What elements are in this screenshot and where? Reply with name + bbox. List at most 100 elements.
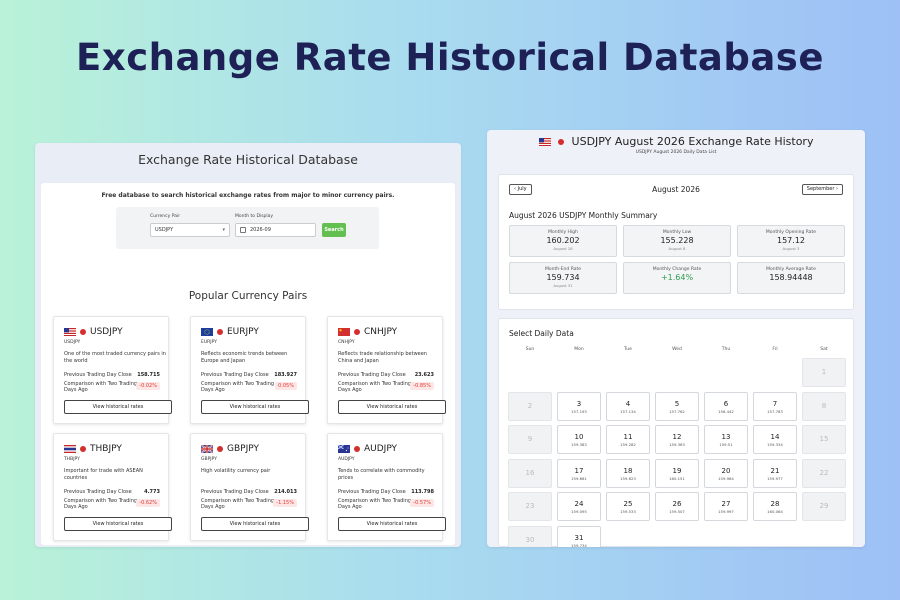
day-rate: 159.997	[718, 509, 734, 514]
calendar-day[interactable]: 20 159.964	[704, 458, 748, 488]
stat-value: 157.12	[777, 236, 805, 245]
day-rate: 159.964	[718, 475, 734, 481]
day-number: 17	[574, 466, 584, 475]
view-historical-rates-button[interactable]: View historical rates	[64, 517, 172, 531]
chevron-down-icon: ▾	[222, 227, 225, 233]
us-flag-icon	[64, 327, 76, 336]
calendar-day[interactable]: 7 157.783	[753, 391, 797, 421]
day-number: 11	[623, 433, 633, 441]
search-button[interactable]: Search	[322, 223, 346, 237]
calendar-day[interactable]: 14 159.334	[753, 425, 797, 454]
view-historical-rates-button[interactable]: View historical rates	[201, 517, 309, 531]
comparison-badge: -0.57%	[410, 499, 434, 507]
stat-label: Monthly Low	[662, 230, 692, 235]
next-month-button[interactable]: September ›	[801, 184, 843, 195]
pair-heading: AUDJPY	[338, 444, 397, 454]
left-screenshot-panel: Exchange Rate Historical Database Free d…	[35, 143, 461, 547]
calendar-day[interactable]: 24 159.095	[557, 492, 601, 521]
calendar-day: 1	[802, 358, 846, 387]
day-number: 8	[821, 401, 827, 410]
calendar-day[interactable]: 19 160.151	[655, 458, 699, 488]
prev-close-value: 183.927	[274, 372, 297, 378]
currency-pair-card: THBJPY THBJPY Important for trade with ASE…	[53, 433, 172, 541]
calendar-day[interactable]: 4 157.134	[606, 391, 650, 421]
comparison-badge: -0.85%	[410, 382, 434, 390]
pair-heading: USDJPY	[64, 327, 123, 337]
prev-close-value: 113.798	[411, 489, 434, 495]
day-number: 18	[623, 466, 633, 475]
day-number: 25	[623, 500, 633, 508]
hero-title: Exchange Rate Historical Database	[76, 36, 824, 79]
summary-stat: Monthly Low 155.228 August 8	[623, 225, 731, 257]
weekday-label: Sun	[525, 347, 535, 352]
calendar-day[interactable]: 5 157.762	[655, 391, 699, 421]
calendar-day[interactable]: 21 159.977	[753, 458, 797, 488]
day-number: 31	[574, 533, 584, 542]
calendar-day[interactable]: 11 159.282	[606, 425, 650, 454]
calendar-day[interactable]: 18 159.623	[606, 458, 650, 488]
th-flag-icon	[64, 444, 76, 453]
stat-value: 158.94448	[769, 273, 813, 282]
currency-pair-card: AUDJPY AUDJPY Tends to correlate with comm…	[327, 433, 446, 541]
pair-code: AUDJPY	[338, 457, 355, 462]
calendar-day[interactable]: 28 160.064	[753, 492, 797, 521]
pair-name: AUDJPY	[364, 444, 398, 454]
prev-close-label: Previous Trading Day Close	[64, 489, 132, 495]
pair-name: USDJPY	[90, 327, 123, 337]
calendar-day: 16	[508, 458, 552, 488]
calendar-day[interactable]: 6 156.442	[704, 391, 748, 421]
currency-pair-select[interactable]: USDJPY ▾	[150, 223, 230, 237]
calendar-day[interactable]: 31 159.734	[557, 525, 601, 547]
calendar-day[interactable]: 25 159.533	[606, 492, 650, 521]
stat-label: Monthly Average Rate	[766, 267, 816, 272]
day-number: 7	[772, 399, 778, 408]
day-number: 5	[674, 399, 680, 408]
month-input[interactable]: 2026-09	[235, 223, 316, 237]
calendar-day[interactable]: 3 157.193	[557, 391, 601, 421]
calendar-day[interactable]: 27 159.997	[704, 492, 748, 521]
day-number: 15	[819, 435, 829, 443]
pair-description: Reflects economic trends between Europe …	[201, 351, 288, 364]
prev-close-label: Previous Trading Day Close	[201, 372, 269, 378]
day-number: 6	[723, 399, 729, 408]
view-historical-rates-button[interactable]: View historical rates	[201, 400, 309, 414]
calendar-day: 9	[508, 425, 552, 454]
calendar-day[interactable]: 10 159.383	[557, 425, 601, 454]
prev-close-label: Previous Trading Day Close	[338, 489, 406, 495]
day-rate: 159.661	[571, 475, 587, 481]
jp-flag-icon	[217, 445, 223, 452]
summary-stat: Monthly Change Rate +1.64%	[623, 262, 731, 294]
day-number: 20	[721, 466, 731, 475]
calendar-day[interactable]: 13 159.51	[704, 425, 748, 454]
eu-flag-icon	[201, 327, 213, 336]
day-number: 12	[672, 433, 682, 441]
calendar-day[interactable]: 12 159.363	[655, 425, 699, 454]
comparison-badge: -0.62%	[136, 499, 160, 507]
us-flag-icon	[538, 138, 551, 146]
history-title-text: USDJPY August 2026 Exchange Rate History	[571, 135, 814, 148]
comparison-label: Comparison with Two Trading Days Ago	[201, 498, 275, 510]
jp-flag-icon	[80, 328, 86, 335]
current-month: August 2026	[652, 185, 700, 194]
day-rate: 159.334	[767, 442, 783, 447]
stat-label: Monthly High	[548, 230, 578, 235]
stat-value: 160.202	[546, 236, 580, 245]
day-rate: 159.507	[669, 509, 685, 514]
day-number: 28	[770, 500, 780, 508]
intro-text: Free database to search historical excha…	[101, 192, 395, 199]
calendar-day[interactable]: 17 159.661	[557, 458, 601, 488]
calendar-day: 22	[802, 458, 846, 488]
pair-name: EURJPY	[227, 327, 259, 337]
view-historical-rates-button[interactable]: View historical rates	[338, 400, 446, 414]
view-historical-rates-button[interactable]: View historical rates	[64, 400, 172, 414]
currency-pair-card: CNHJPY CNHJPY Reflects trade relationship …	[327, 316, 446, 424]
jp-flag-icon	[354, 445, 360, 452]
history-title: USDJPY August 2026 Exchange Rate History	[487, 135, 865, 148]
stat-date: August 3	[782, 246, 800, 251]
pair-code: CNHJPY	[338, 340, 355, 345]
comparison-badge: -0.02%	[136, 382, 160, 390]
day-rate: 160.151	[669, 475, 685, 481]
pair-code: THBJPY	[64, 457, 80, 462]
calendar-day[interactable]: 26 159.507	[655, 492, 699, 521]
view-historical-rates-button[interactable]: View historical rates	[338, 517, 446, 531]
